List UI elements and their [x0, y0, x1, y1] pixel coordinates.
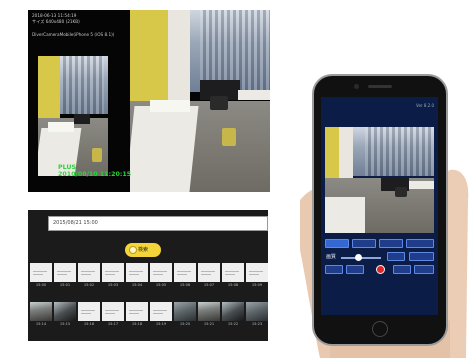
thumbnail-row-1: 15:00 15:01 15:02 15:03 15:04 15:05 15:0…	[28, 263, 268, 291]
front-camera-icon	[354, 84, 359, 89]
phone-screen: Ver 8.2.0 画質	[321, 97, 438, 315]
thumbnail-item[interactable]: 15:06	[174, 263, 196, 291]
thumbnail-item[interactable]: 15:00	[30, 263, 52, 291]
control-button-2[interactable]	[346, 265, 364, 274]
search-button[interactable]: 検索	[125, 243, 161, 257]
thumbnail-item[interactable]: 15:15	[54, 302, 76, 330]
osd-datetime: 2018-06-13 11:54:19	[32, 13, 77, 18]
search-icon	[129, 246, 137, 254]
thumbnail-item[interactable]: 15:03	[102, 263, 124, 291]
speaker-grille	[368, 85, 392, 88]
search-button-label: 検索	[138, 247, 149, 253]
thumbnail-item[interactable]: 15:18	[126, 302, 148, 330]
camera-frame-left	[38, 56, 108, 176]
control-button-4[interactable]	[414, 265, 434, 274]
osd-device: DiverCameraMobile(iPhone 5 (iOS 8.1))	[32, 32, 115, 37]
thumbnail-item[interactable]: 15:04	[126, 263, 148, 291]
app-version: Ver 8.2.0	[416, 103, 434, 108]
timestamp-datetime: 2010/08/10 11:20:15	[58, 171, 132, 178]
thumbnail-item[interactable]: 15:19	[150, 302, 172, 330]
mode-button-2[interactable]	[352, 239, 376, 248]
control-button-1[interactable]	[325, 265, 343, 274]
quality-label: 画質	[326, 254, 337, 260]
phone-camera-preview	[325, 127, 434, 233]
control-button-3[interactable]	[393, 265, 411, 274]
thumbnail-item[interactable]: 15:01	[54, 263, 76, 291]
thumbnail-item[interactable]: 15:09	[246, 263, 268, 291]
osd-size: サイズ 640x480 (21KB)	[32, 19, 80, 24]
mode-button-4[interactable]	[406, 239, 434, 248]
quality-button-b[interactable]	[409, 252, 434, 261]
camera-viewer: 2018-06-13 11:54:19 サイズ 640x480 (21KB) D…	[28, 10, 270, 192]
datetime-input[interactable]: 2015/08/21 15:00	[48, 216, 268, 231]
thumbnail-item[interactable]: 15:22	[222, 302, 244, 330]
home-button[interactable]	[372, 321, 388, 337]
thumbnail-row-2: 15:14 15:15 15:16 15:17 15:18 15:19 15:2…	[28, 302, 268, 330]
thumbnail-item[interactable]: 15:17	[102, 302, 124, 330]
mode-button-3[interactable]	[379, 239, 403, 248]
search-panel: 2015/08/21 15:00 検索 15:00 15:01 15:02 15…	[28, 210, 268, 341]
quality-button-a[interactable]	[387, 252, 405, 261]
thumbnail-item[interactable]: 15:16	[78, 302, 100, 330]
mode-button-1[interactable]	[325, 239, 349, 248]
timestamp-label: PLUS	[58, 164, 77, 171]
thumbnail-item[interactable]: 15:07	[198, 263, 220, 291]
thumbnail-item[interactable]: 15:05	[150, 263, 172, 291]
thumbnail-item[interactable]: 15:02	[78, 263, 100, 291]
thumbnail-item[interactable]: 15:21	[198, 302, 220, 330]
thumbnail-item[interactable]: 15:14	[30, 302, 52, 330]
thumbnail-item[interactable]: 15:20	[174, 302, 196, 330]
record-button[interactable]	[376, 265, 385, 274]
quality-slider-handle[interactable]	[355, 254, 362, 261]
thumbnail-item[interactable]: 15:23	[246, 302, 268, 330]
thumbnail-item[interactable]: 15:08	[222, 263, 244, 291]
camera-frame-right	[130, 10, 270, 192]
